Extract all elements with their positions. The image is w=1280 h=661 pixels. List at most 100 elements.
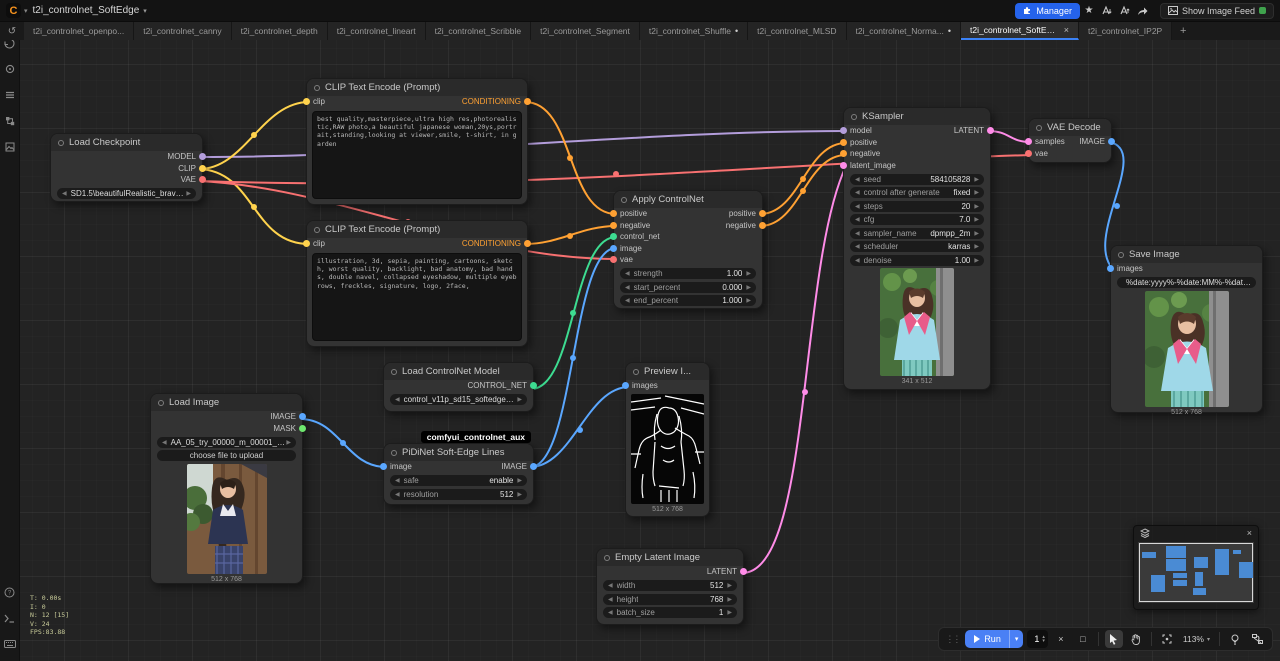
collapse-dot[interactable]	[633, 369, 639, 375]
clip-port[interactable]	[303, 240, 310, 247]
input-control-net[interactable]: control_net	[619, 232, 660, 241]
scheduler-widget[interactable]: ◀schedulerkarras▶	[850, 241, 984, 252]
terminal-icon[interactable]	[0, 605, 20, 631]
output-vae[interactable]: VAE	[181, 175, 197, 184]
steps-widget[interactable]: ◀steps20▶	[850, 201, 984, 212]
control-after-generate-widget[interactable]: ◀control after generatefixed▶	[850, 187, 984, 198]
collapse-dot[interactable]	[604, 555, 610, 561]
gallery-icon[interactable]	[0, 134, 20, 160]
input-image[interactable]: image	[619, 244, 642, 253]
conditioning-port[interactable]	[610, 210, 617, 217]
clip-port[interactable]	[199, 165, 206, 172]
workflows-icon[interactable]	[0, 108, 20, 134]
collapse-dot[interactable]	[621, 197, 627, 203]
strength-widget[interactable]: ◀strength1.00▶	[620, 268, 756, 279]
clip-port[interactable]	[303, 98, 310, 105]
workflow-name-menu[interactable]: t2i_controlnet_SoftEdge▾	[33, 5, 147, 16]
height-widget[interactable]: ◀height768▶	[603, 594, 737, 605]
graph-canvas[interactable]: Load Checkpoint MODEL CLIP VAE ◀SD1.5\be…	[0, 0, 1280, 661]
run-options-chevron-icon[interactable]: ▾	[1009, 630, 1024, 648]
collapse-dot[interactable]	[158, 400, 164, 406]
help-icon[interactable]: ?	[0, 579, 20, 605]
output-latent[interactable]: LATENT	[954, 126, 985, 135]
input-vae[interactable]: vae	[1034, 149, 1048, 158]
layers-icon[interactable]	[1140, 528, 1150, 538]
zoom-level-dropdown[interactable]: 113%▾	[1180, 634, 1213, 644]
collapse-dot[interactable]	[314, 227, 320, 233]
collapse-dot[interactable]	[58, 140, 64, 146]
input-positive[interactable]: positive	[619, 209, 647, 218]
next-arrow-icon[interactable]: ▶	[186, 190, 191, 197]
node-pidinet-softedge[interactable]: comfyui_controlnet_aux PiDiNet Soft-Edge…	[383, 443, 534, 505]
batch-count-stepper[interactable]: ▴▾	[1042, 635, 1045, 644]
input-positive[interactable]: positive	[849, 138, 877, 147]
tab-ip2p[interactable]: t2i_controlnet_IP2P	[1079, 22, 1172, 40]
output-positive[interactable]: positive	[729, 209, 757, 218]
image-port[interactable]	[299, 413, 306, 420]
pointer-tool-button[interactable]	[1105, 630, 1123, 648]
image-file-widget[interactable]: ◀AA_05_try_00000_m_00001_m.jpg▶	[157, 437, 296, 448]
output-control-net[interactable]: CONTROL_NET	[467, 381, 528, 390]
close-tab-icon[interactable]: ×	[1064, 25, 1069, 35]
logo-chevron-icon[interactable]: ▾	[24, 7, 28, 15]
letter-a-down-icon[interactable]	[1098, 3, 1116, 19]
output-image[interactable]: IMAGE	[270, 412, 297, 421]
minimap-map[interactable]	[1138, 542, 1254, 603]
input-vae[interactable]: vae	[619, 255, 633, 264]
node-load-checkpoint[interactable]: Load Checkpoint MODEL CLIP VAE ◀SD1.5\be…	[50, 133, 203, 202]
collapse-dot[interactable]	[851, 114, 857, 120]
conditioning-port[interactable]	[524, 98, 531, 105]
node-empty-latent-image[interactable]: Empty Latent Image LATENT ◀width512▶ ◀he…	[596, 548, 744, 625]
comfyui-logo[interactable]: C	[6, 3, 21, 18]
batch-count-input[interactable]: 1 ▴▾	[1027, 630, 1048, 648]
input-images[interactable]: images	[631, 381, 658, 390]
tab-shuffle[interactable]: t2i_controlnet_Shuffle•	[640, 22, 748, 40]
image-port[interactable]	[380, 463, 387, 470]
tab-mlsd[interactable]: t2i_controlnet_MLSD	[748, 22, 846, 40]
toggle-focus-mode-button[interactable]	[1226, 630, 1244, 648]
share-arrow-icon[interactable]	[1134, 3, 1152, 19]
conditioning-port[interactable]	[759, 210, 766, 217]
node-load-controlnet-model[interactable]: Load ControlNet Model CONTROL_NET ◀contr…	[383, 362, 534, 412]
vae-port[interactable]	[610, 256, 617, 263]
ckpt-name-widget[interactable]: ◀SD1.5\beautifulRealistic_brav5.s...▶	[57, 188, 196, 199]
input-negative[interactable]: negative	[849, 149, 880, 158]
collapse-dot[interactable]	[1036, 125, 1042, 131]
tab-canny[interactable]: t2i_controlnet_canny	[134, 22, 231, 40]
tab-normal[interactable]: t2i_controlnet_Norma...•	[847, 22, 962, 40]
output-clip[interactable]: CLIP	[178, 164, 197, 173]
collapse-dot[interactable]	[314, 85, 320, 91]
node-vae-decode[interactable]: VAE Decode samples IMAGE vae	[1028, 118, 1112, 163]
conditioning-port[interactable]	[610, 222, 617, 229]
sampler-name-widget[interactable]: ◀sampler_namedpmpp_2m▶	[850, 228, 984, 239]
conditioning-port[interactable]	[840, 150, 847, 157]
safe-widget[interactable]: ◀safeenable▶	[390, 475, 527, 486]
output-negative[interactable]: negative	[726, 221, 757, 230]
node-preview-image[interactable]: Preview I... images 512 x 768	[625, 362, 710, 517]
image-port[interactable]	[1107, 265, 1114, 272]
output-mask[interactable]: MASK	[273, 424, 297, 433]
image-port[interactable]	[610, 245, 617, 252]
conditioning-port[interactable]	[759, 222, 766, 229]
minimap-close-icon[interactable]: ×	[1247, 528, 1252, 538]
input-images[interactable]: images	[1116, 264, 1143, 273]
drag-handle[interactable]: ⋮⋮	[945, 634, 959, 645]
minimap-panel[interactable]: ×	[1133, 525, 1259, 610]
vae-port[interactable]	[199, 176, 206, 183]
node-clip-text-encode-negative[interactable]: CLIP Text Encode (Prompt) clip CONDITION…	[306, 220, 528, 347]
output-conditioning[interactable]: CONDITIONING	[462, 97, 522, 106]
tab-lineart[interactable]: t2i_controlnet_lineart	[328, 22, 426, 40]
controlnet-port[interactable]	[610, 233, 617, 240]
pan-tool-button[interactable]	[1127, 630, 1145, 648]
model-port[interactable]	[840, 127, 847, 134]
latent-port[interactable]	[740, 568, 747, 575]
latent-port[interactable]	[987, 127, 994, 134]
cfg-widget[interactable]: ◀cfg7.0▶	[850, 214, 984, 225]
end-percent-widget[interactable]: ◀end_percent1.000▶	[620, 295, 756, 306]
model-library-icon[interactable]	[0, 82, 20, 108]
toggle-links-button[interactable]	[1248, 630, 1266, 648]
history-icon[interactable]: ↺	[0, 22, 24, 40]
node-library-icon[interactable]	[0, 56, 20, 82]
input-negative[interactable]: negative	[619, 221, 650, 230]
collapse-dot[interactable]	[391, 369, 397, 375]
